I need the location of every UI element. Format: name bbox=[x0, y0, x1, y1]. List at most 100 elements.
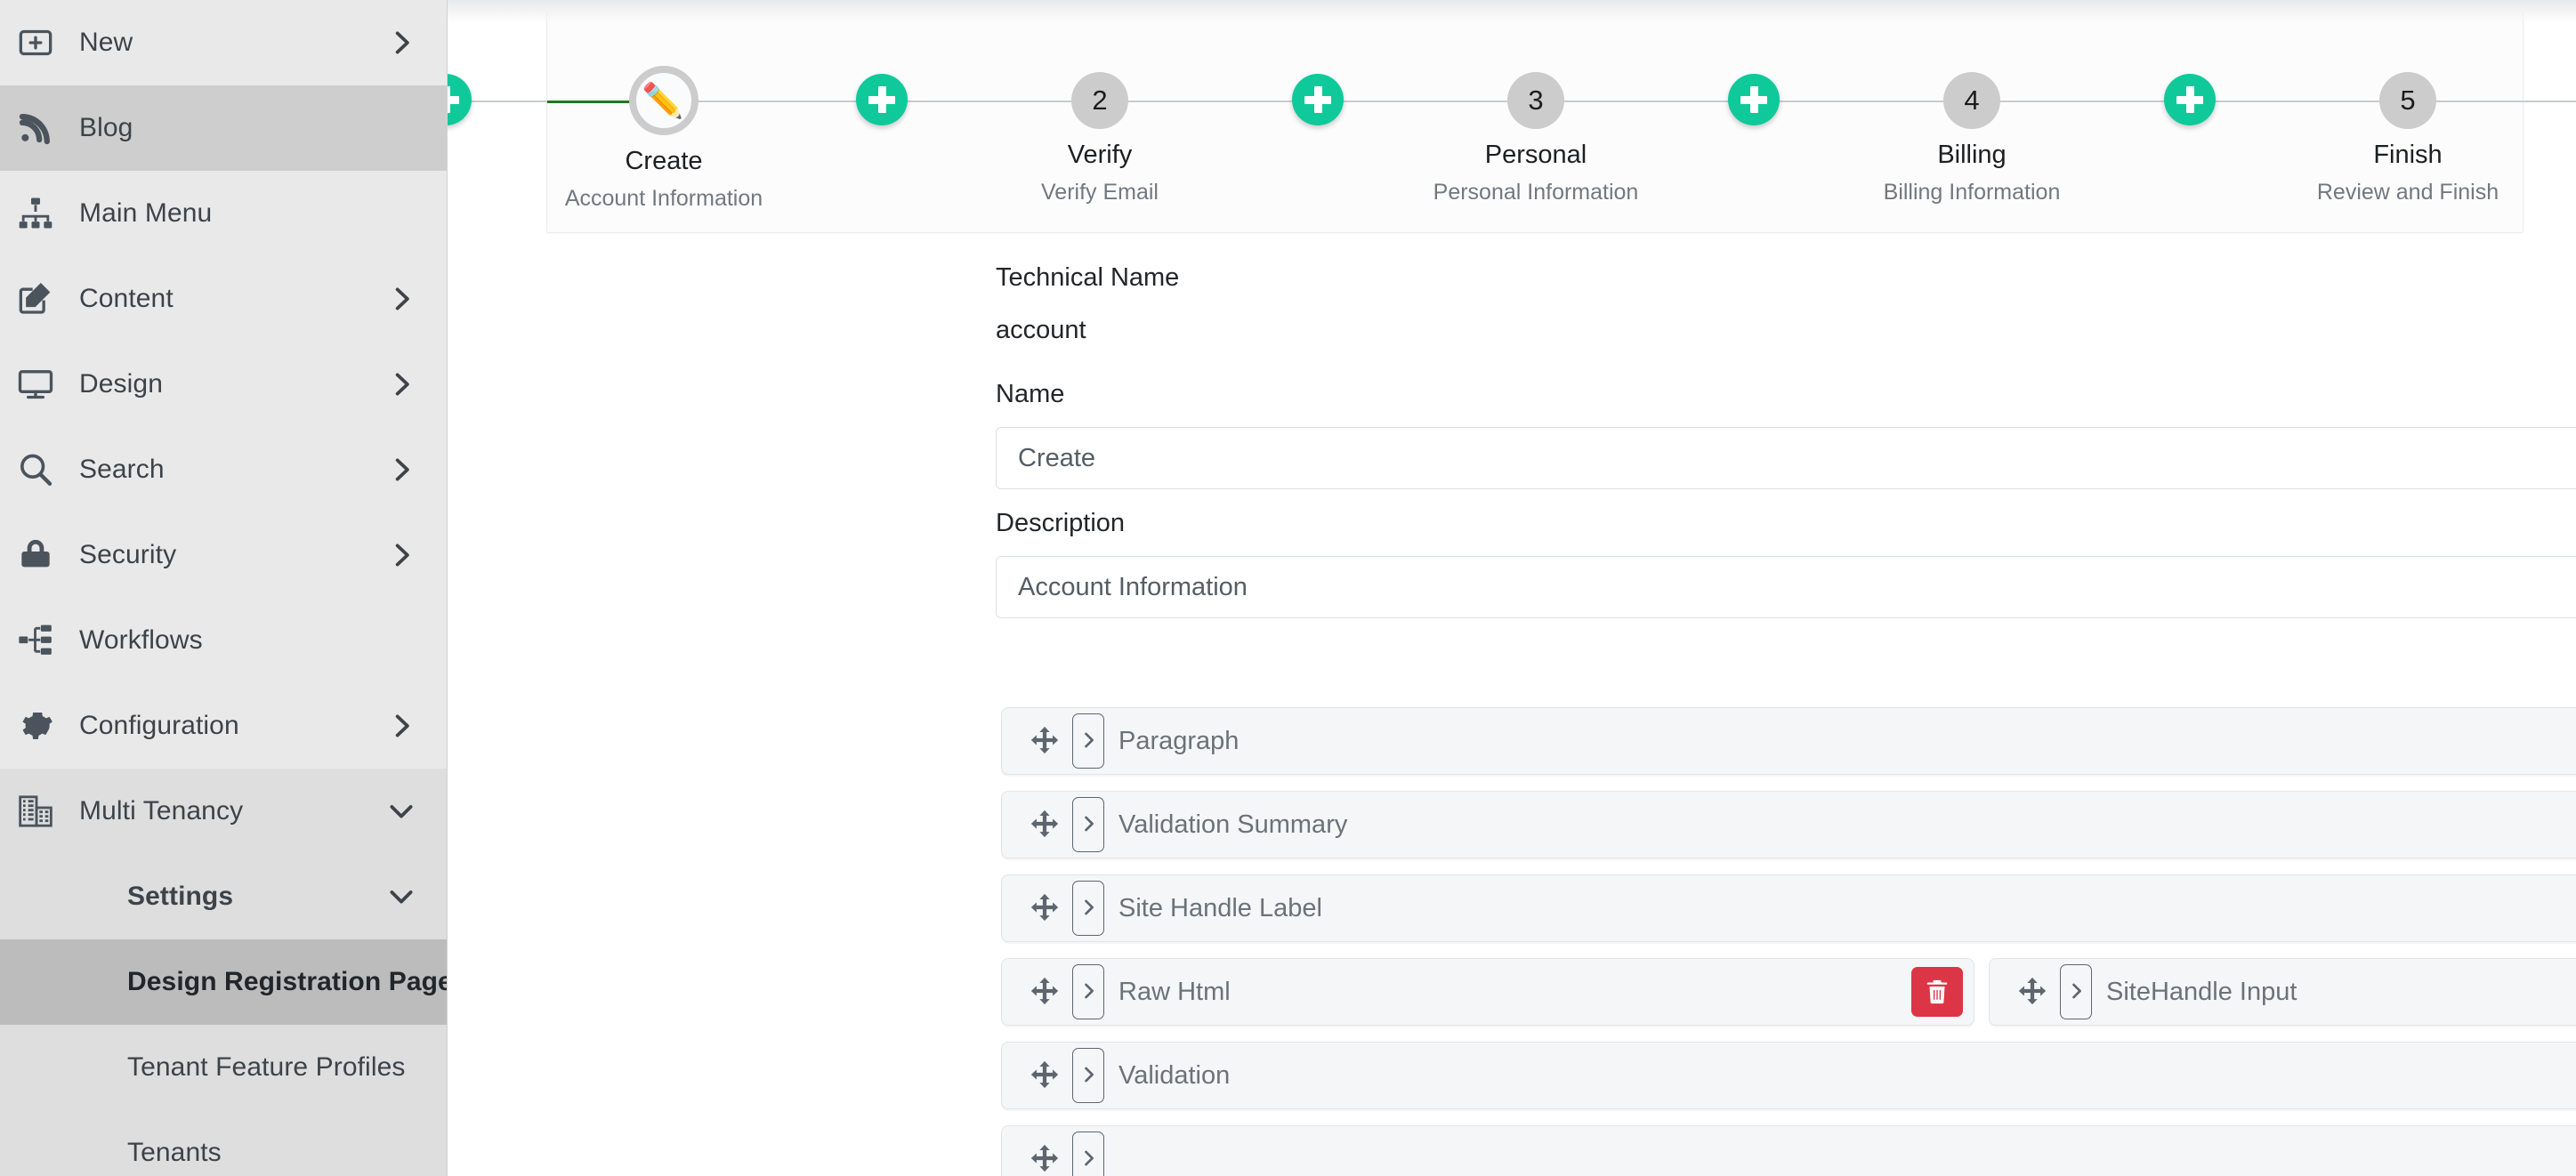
widget-row-group: Validation Summary bbox=[1001, 791, 2576, 858]
chevron-right-icon bbox=[1079, 731, 1097, 752]
sidebar-item-label: Multi Tenancy bbox=[64, 796, 388, 826]
sidebar-item-label: Workflows bbox=[64, 625, 415, 656]
description-input[interactable] bbox=[996, 556, 2576, 618]
chevron-right-icon bbox=[1079, 1066, 1097, 1086]
widget-label: Paragraph bbox=[1104, 727, 2576, 756]
wizard-step-billing[interactable]: 4 Billing Billing Information bbox=[1838, 12, 2105, 205]
add-step-button[interactable] bbox=[856, 74, 908, 125]
chevron-right-icon[interactable] bbox=[388, 29, 415, 56]
monitor-icon bbox=[7, 366, 64, 402]
sidebar-item-content[interactable]: Content bbox=[0, 256, 447, 342]
step-title: Billing bbox=[1838, 141, 2105, 170]
expand-widget-button[interactable] bbox=[2060, 964, 2092, 1019]
main-content: ✏️CreateAccount Information2VerifyVerify… bbox=[448, 0, 2576, 1176]
building-icon bbox=[7, 793, 64, 829]
wizard-step-finish[interactable]: 5FinishReview and Finish bbox=[2274, 12, 2541, 205]
widget-row[interactable]: Validation bbox=[1001, 1042, 2576, 1109]
widget-row[interactable] bbox=[1001, 1125, 2576, 1176]
chevron-right-icon bbox=[2067, 982, 2085, 1003]
move-arrows-icon[interactable] bbox=[2016, 977, 2048, 1007]
sidebar-item-label: Design Registration Pages bbox=[57, 967, 448, 997]
delete-widget-button[interactable] bbox=[1911, 967, 1963, 1017]
sidebar-item-workflows[interactable]: Workflows bbox=[0, 598, 447, 683]
chevron-down-icon[interactable] bbox=[388, 883, 415, 910]
expand-widget-button[interactable] bbox=[1072, 964, 1104, 1019]
sidebar-item-label: Search bbox=[64, 455, 388, 485]
step-subtitle: Billing Information bbox=[1838, 180, 2105, 205]
widget-row[interactable]: Validation Summary bbox=[1001, 791, 2576, 858]
sidebar-item-design[interactable]: Design bbox=[0, 342, 447, 427]
move-arrows-icon[interactable] bbox=[1029, 977, 1061, 1007]
wizard-stepper: ✏️CreateAccount Information2VerifyVerify… bbox=[448, 12, 2576, 234]
sidebar-item-multi-tenancy[interactable]: Multi Tenancy bbox=[0, 769, 447, 854]
wizard-stepper-card: ✏️CreateAccount Information2VerifyVerify… bbox=[546, 11, 2524, 233]
move-arrows-icon[interactable] bbox=[1029, 1144, 1061, 1174]
sidebar-item-configuration[interactable]: Configuration bbox=[0, 683, 447, 769]
sidebar-item-label: Settings bbox=[57, 882, 388, 912]
widget-row[interactable]: SiteHandle Input bbox=[1989, 958, 2576, 1026]
add-step-button[interactable] bbox=[2164, 74, 2216, 125]
edit-pencil-icon bbox=[7, 281, 64, 317]
chevron-right-icon[interactable] bbox=[388, 542, 415, 568]
sidebar-item-label: Main Menu bbox=[64, 198, 415, 229]
widget-row[interactable]: Raw Html bbox=[1001, 958, 1974, 1026]
step-marker: ✏️ bbox=[629, 66, 699, 135]
step-title: Create bbox=[530, 147, 797, 176]
widget-row[interactable]: Paragraph bbox=[1001, 707, 2576, 775]
description-label: Description bbox=[996, 511, 2576, 536]
sidebar-item-tenant-feature-profiles[interactable]: Tenant Feature Profiles bbox=[0, 1025, 447, 1110]
sidebar-item-tenants[interactable]: Tenants bbox=[0, 1110, 447, 1176]
expand-widget-button[interactable] bbox=[1072, 713, 1104, 769]
sidebar-item-main-menu[interactable]: Main Menu bbox=[0, 171, 447, 256]
step-title: Finish bbox=[2274, 141, 2541, 170]
wizard-step-create[interactable]: ✏️CreateAccount Information bbox=[530, 12, 797, 212]
chevron-right-icon bbox=[1079, 1149, 1097, 1170]
chevron-right-icon[interactable] bbox=[388, 456, 415, 483]
expand-widget-button[interactable] bbox=[1072, 881, 1104, 936]
technical-name-label: Technical Name bbox=[996, 265, 2576, 291]
step-marker: 3 bbox=[1507, 72, 1564, 129]
name-input[interactable] bbox=[996, 427, 2576, 489]
sidebar-item-blog[interactable]: Blog bbox=[0, 85, 447, 171]
expand-widget-button[interactable] bbox=[1072, 1048, 1104, 1103]
gear-icon bbox=[7, 708, 64, 744]
add-step-button[interactable] bbox=[448, 74, 472, 125]
move-arrows-icon[interactable] bbox=[1029, 893, 1061, 923]
add-step-button[interactable] bbox=[1728, 74, 1780, 125]
technical-name-value: account bbox=[996, 318, 2576, 343]
expand-widget-button[interactable] bbox=[1072, 797, 1104, 852]
chevron-down-icon[interactable] bbox=[388, 798, 415, 825]
sidebar-item-design-registration-pages[interactable]: Design Registration Pages bbox=[0, 939, 447, 1025]
widget-label: SiteHandle Input bbox=[2092, 978, 2576, 1007]
sidebar-item-settings[interactable]: Settings bbox=[0, 854, 447, 939]
step-subtitle: Review and Finish bbox=[2274, 180, 2541, 205]
chevron-right-icon bbox=[1079, 815, 1097, 835]
sidebar-item-new[interactable]: New bbox=[0, 0, 447, 85]
chevron-right-icon[interactable] bbox=[388, 713, 415, 739]
step-title: Verify bbox=[966, 141, 1233, 170]
lock-icon bbox=[7, 537, 64, 573]
sidebar-item-search[interactable]: Search bbox=[0, 427, 447, 512]
move-arrows-icon[interactable] bbox=[1029, 726, 1061, 756]
move-arrows-icon[interactable] bbox=[1029, 810, 1061, 840]
wizard-step-verify[interactable]: 2VerifyVerify Email bbox=[966, 12, 1233, 205]
step-marker: 4 bbox=[1943, 72, 2000, 129]
name-label: Name bbox=[996, 382, 2576, 407]
sidebar-item-label: Tenant Feature Profiles bbox=[57, 1052, 415, 1083]
sitemap-icon bbox=[7, 196, 64, 231]
chevron-right-icon[interactable] bbox=[388, 286, 415, 312]
move-arrows-icon[interactable] bbox=[1029, 1060, 1061, 1091]
expand-widget-button[interactable] bbox=[1072, 1132, 1104, 1176]
sidebar-item-label: Design bbox=[64, 369, 388, 399]
add-step-button[interactable] bbox=[1292, 74, 1344, 125]
wizard-step-personal[interactable]: 3PersonalPersonal Information bbox=[1402, 12, 1669, 205]
name-group: Name bbox=[996, 382, 2576, 489]
sidebar-item-security[interactable]: Security bbox=[0, 512, 447, 598]
sidebar-item-label: Blog bbox=[64, 113, 415, 143]
widget-label: Validation bbox=[1104, 1061, 2576, 1091]
widget-row[interactable]: Site Handle Label bbox=[1001, 874, 2576, 942]
widget-label: Raw Html bbox=[1104, 978, 1911, 1007]
chevron-right-icon[interactable] bbox=[388, 371, 415, 398]
magnifier-icon bbox=[7, 452, 64, 487]
chevron-right-icon bbox=[1079, 898, 1097, 919]
